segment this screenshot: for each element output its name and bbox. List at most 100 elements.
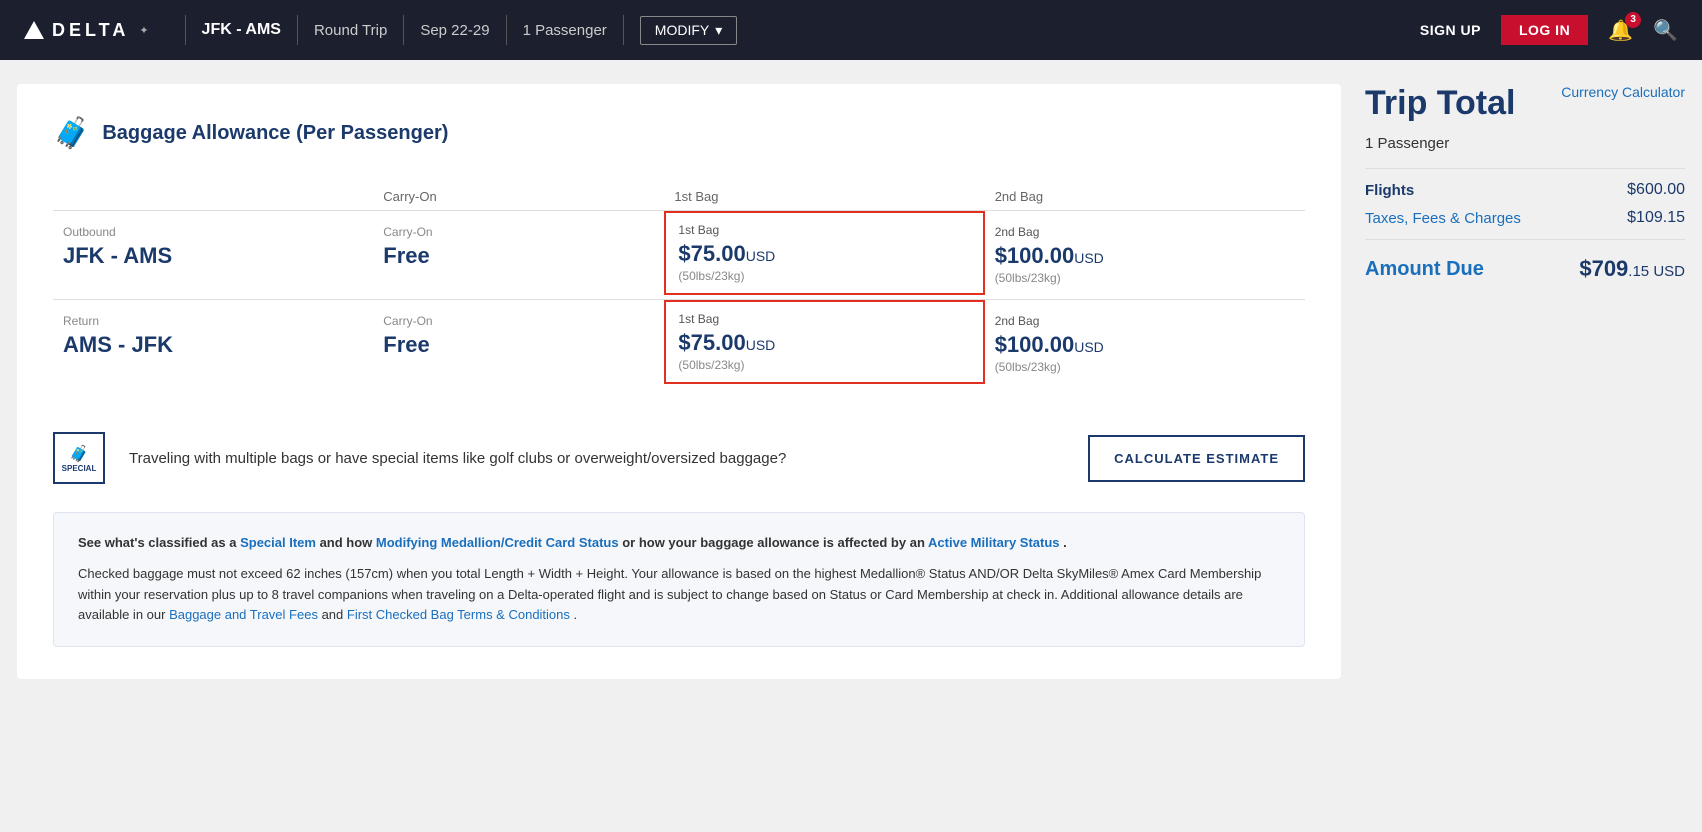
baggage-card: 🧳 Baggage Allowance (Per Passenger) Carr… <box>17 84 1341 679</box>
outbound-secondbag-cell: 2nd Bag $100.00USD (50lbs/23kg) <box>985 211 1305 300</box>
outbound-firstbag-header: 1st Bag <box>678 223 970 237</box>
header-passengers: 1 Passenger <box>523 22 607 39</box>
header-divider-3 <box>403 15 404 45</box>
return-firstbag-price: $75.00USD <box>678 330 970 356</box>
trip-total-sidebar: Trip Total Currency Calculator 1 Passeng… <box>1365 84 1685 282</box>
sidebar-divider-1 <box>1365 168 1685 169</box>
suitcase-icon: 🧳 <box>69 444 89 464</box>
medallion-link[interactable]: Modifying Medallion/Credit Card Status <box>376 535 619 550</box>
outbound-secondbag-header: 2nd Bag <box>995 225 1295 239</box>
info-and: and <box>318 607 347 622</box>
baggage-table: Carry-On 1st Bag 2nd Bag Outbound JFK - … <box>53 175 1305 388</box>
outbound-secondbag-currency: USD <box>1074 250 1104 266</box>
return-firstbag-header: 1st Bag <box>678 312 970 326</box>
outbound-route-name: JFK - AMS <box>63 243 363 269</box>
amount-due-value: $709.15 USD <box>1579 256 1685 282</box>
currency-calculator-link[interactable]: Currency Calculator <box>1561 84 1685 100</box>
outbound-secondbag-price-text: $100.00 <box>995 243 1075 268</box>
trip-passengers-label: 1 Passenger <box>1365 135 1685 152</box>
header-divider-1 <box>185 15 186 45</box>
logo-text: DELTA <box>52 20 129 41</box>
col-header-route <box>53 175 373 211</box>
info-end: . <box>1060 535 1067 550</box>
amount-due-cents: .15 <box>1628 263 1649 280</box>
modify-chevron-icon: ▾ <box>715 22 722 39</box>
special-item-link[interactable]: Special Item <box>240 535 316 550</box>
sidebar-divider-2 <box>1365 239 1685 240</box>
trip-total-header: Trip Total Currency Calculator <box>1365 84 1685 127</box>
return-firstbag-highlight: 1st Bag $75.00USD (50lbs/23kg) <box>664 300 984 384</box>
outbound-label: Outbound <box>63 225 363 239</box>
outbound-carryon-cell: Carry-On Free <box>373 211 664 300</box>
notification-badge: 3 <box>1625 12 1641 28</box>
special-baggage-icon: 🧳 SPECIAL <box>53 432 105 484</box>
military-link[interactable]: Active Military Status <box>928 535 1060 550</box>
header-trip-type: Round Trip <box>314 22 387 39</box>
header-divider-2 <box>297 15 298 45</box>
return-secondbag-price: $100.00USD <box>995 332 1295 358</box>
modify-label: MODIFY <box>655 22 709 38</box>
modify-button[interactable]: MODIFY ▾ <box>640 16 737 45</box>
return-carryon-cell: Carry-On Free <box>373 300 664 389</box>
return-secondbag-header: 2nd Bag <box>995 314 1295 328</box>
return-route-cell: Return AMS - JFK <box>53 300 373 389</box>
special-baggage-text: Traveling with multiple bags or have spe… <box>129 450 1064 467</box>
return-firstbag-currency: USD <box>746 337 776 353</box>
return-secondbag-weight: (50lbs/23kg) <box>995 360 1295 374</box>
info-line1: See what's classified as a Special Item … <box>78 533 1280 554</box>
special-icon-label: SPECIAL <box>62 464 97 473</box>
taxes-row: Taxes, Fees & Charges $109.15 <box>1365 209 1685 227</box>
outbound-firstbag-currency: USD <box>746 248 776 264</box>
outbound-secondbag-weight: (50lbs/23kg) <box>995 271 1295 285</box>
special-baggage-row: 🧳 SPECIAL Traveling with multiple bags o… <box>53 416 1305 484</box>
col-header-carryon: Carry-On <box>373 175 664 211</box>
header-right-section: SIGN UP LOG IN 🔔 3 🔍 <box>1420 15 1678 45</box>
return-carryon-value: Free <box>383 332 654 358</box>
taxes-label: Taxes, Fees & Charges <box>1365 210 1521 227</box>
main-content: 🧳 Baggage Allowance (Per Passenger) Carr… <box>1 60 1701 703</box>
info-prefix: See what's classified as a <box>78 535 240 550</box>
return-secondbag-currency: USD <box>1074 339 1104 355</box>
header-dates: Sep 22-29 <box>420 22 489 39</box>
notifications-button[interactable]: 🔔 3 <box>1608 18 1633 43</box>
return-firstbag-price-text: $75.00 <box>678 330 745 355</box>
header-route: JFK - AMS <box>202 21 281 39</box>
outbound-carryon-label: Carry-On <box>383 225 654 239</box>
col-header-secondbag: 2nd Bag <box>985 175 1305 211</box>
delta-triangle-icon <box>24 21 44 39</box>
return-carryon-label: Carry-On <box>383 314 654 328</box>
header-divider-5 <box>623 15 624 45</box>
search-button[interactable]: 🔍 <box>1653 18 1678 43</box>
outbound-firstbag-weight: (50lbs/23kg) <box>678 269 970 283</box>
return-label: Return <box>63 314 363 328</box>
outbound-carryon-value: Free <box>383 243 654 269</box>
amount-due-currency: USD <box>1649 263 1685 280</box>
return-secondbag-cell: 2nd Bag $100.00USD (50lbs/23kg) <box>985 300 1305 389</box>
amount-due-label: Amount Due <box>1365 258 1484 281</box>
info-suffix: or how your baggage allowance is affecte… <box>619 535 928 550</box>
col-header-firstbag: 1st Bag <box>664 175 984 211</box>
card-title-text: Baggage Allowance (Per Passenger) <box>102 122 448 145</box>
outbound-firstbag-cell: 1st Bag $75.00USD (50lbs/23kg) <box>664 211 984 300</box>
logo-tagline: ✦ <box>139 24 148 37</box>
flights-row: Flights $600.00 <box>1365 181 1685 199</box>
outbound-firstbag-price: $75.00USD <box>678 241 970 267</box>
header-divider-4 <box>506 15 507 45</box>
table-row-return: Return AMS - JFK Carry-On Free 1st Bag $… <box>53 300 1305 389</box>
taxes-value: $109.15 <box>1627 209 1685 227</box>
first-bag-link[interactable]: First Checked Bag Terms & Conditions <box>347 607 570 622</box>
header: DELTA ✦ JFK - AMS Round Trip Sep 22-29 1… <box>0 0 1702 60</box>
return-firstbag-weight: (50lbs/23kg) <box>678 358 970 372</box>
login-button[interactable]: LOG IN <box>1501 15 1588 45</box>
outbound-secondbag-price: $100.00USD <box>995 243 1295 269</box>
info-small-text: Checked baggage must not exceed 62 inche… <box>78 564 1280 626</box>
info-box: See what's classified as a Special Item … <box>53 512 1305 647</box>
return-secondbag-price-text: $100.00 <box>995 332 1075 357</box>
return-route-name: AMS - JFK <box>63 332 363 358</box>
luggage-icon: 🧳 <box>53 116 90 151</box>
signup-button[interactable]: SIGN UP <box>1420 22 1481 38</box>
search-icon: 🔍 <box>1653 20 1678 42</box>
baggage-fees-link[interactable]: Baggage and Travel Fees <box>169 607 318 622</box>
outbound-firstbag-highlight: 1st Bag $75.00USD (50lbs/23kg) <box>664 211 984 295</box>
calculate-estimate-button[interactable]: CALCULATE ESTIMATE <box>1088 435 1305 482</box>
